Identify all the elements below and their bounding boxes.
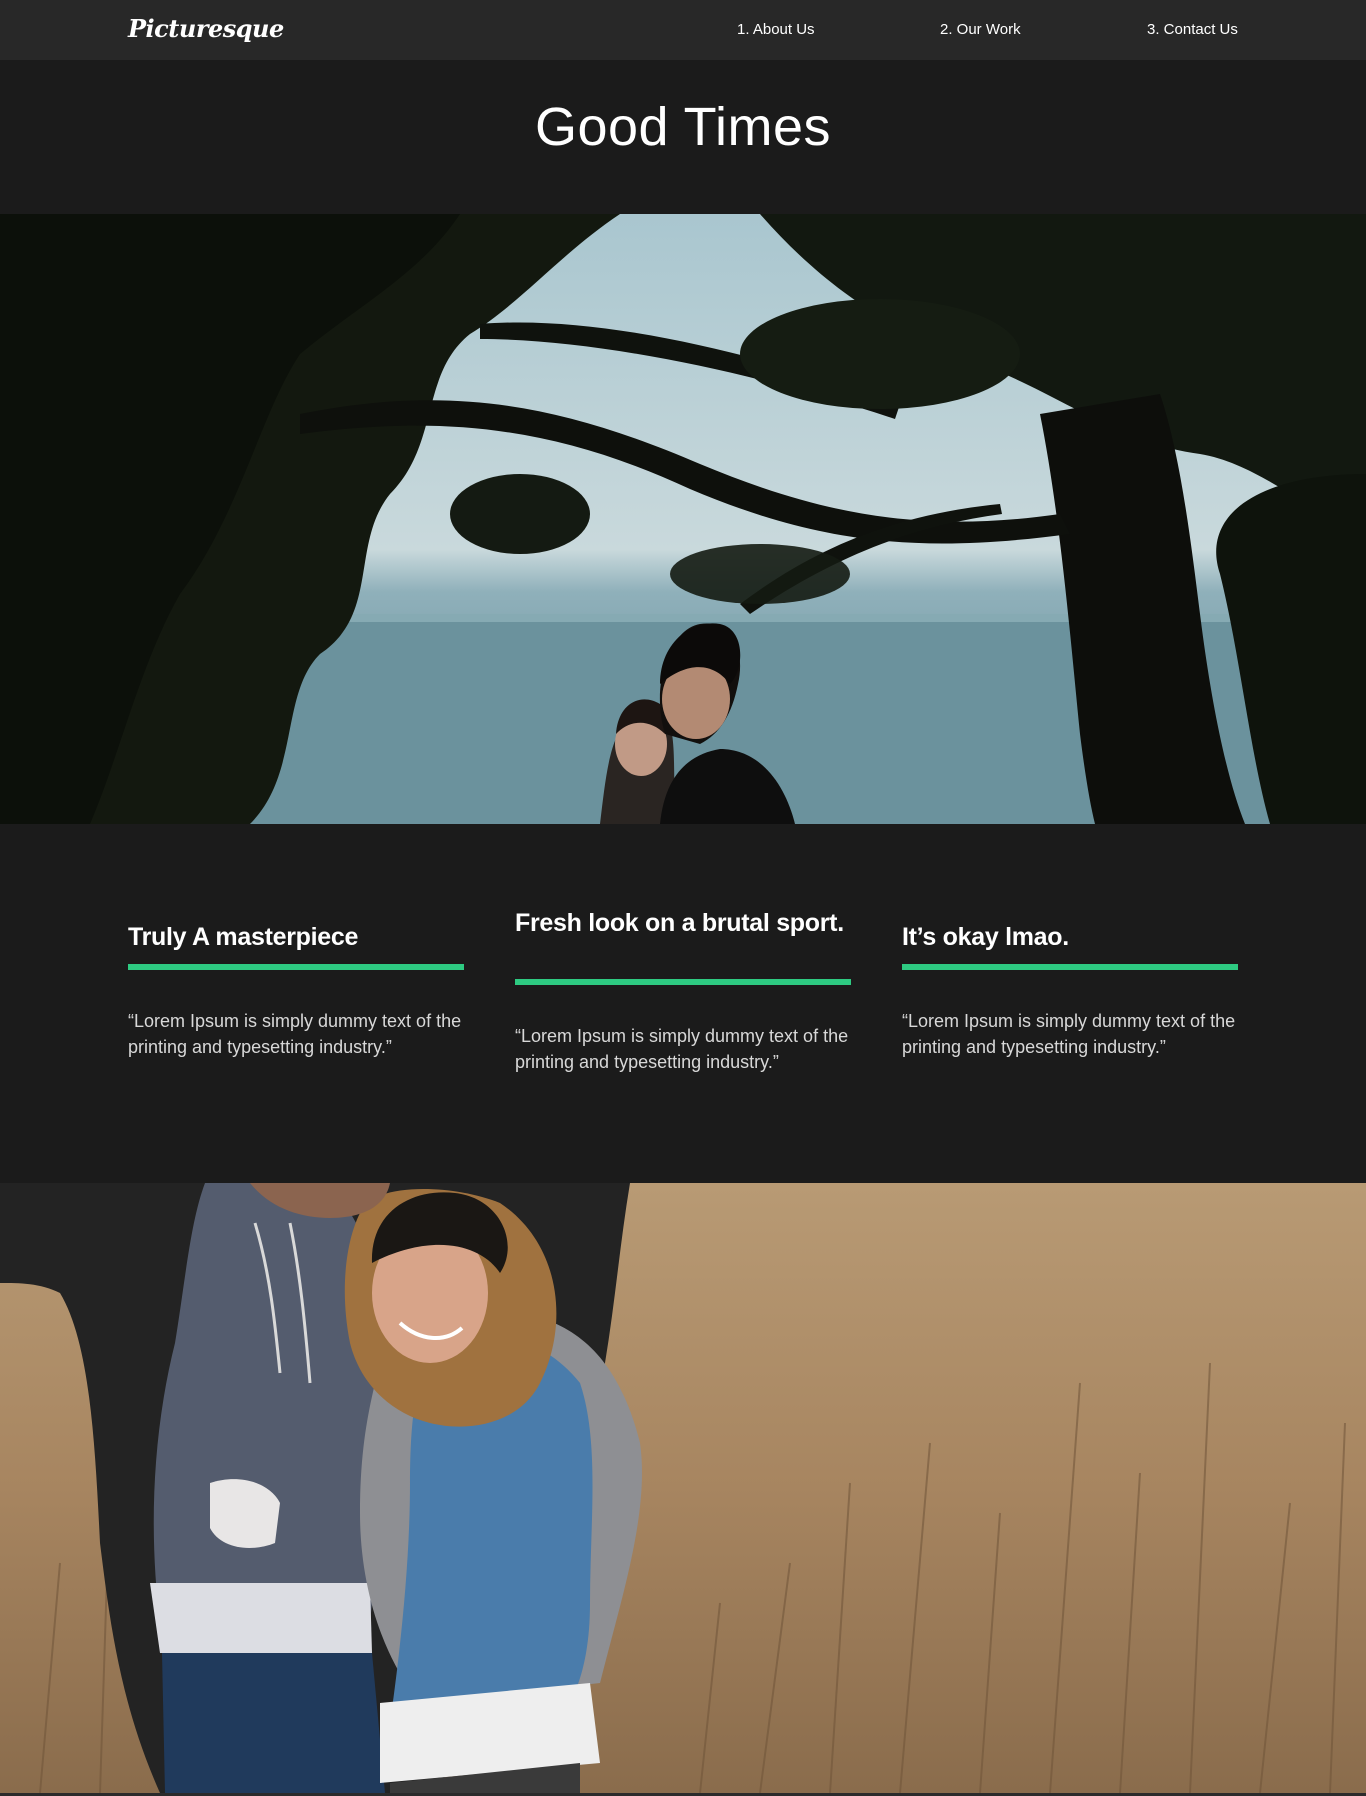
photo-couple-in-field — [0, 1183, 1366, 1793]
hero-photo-couple-under-tree — [0, 214, 1366, 824]
feature-text: “Lorem Ipsum is simply dummy text of the… — [902, 1011, 1236, 1057]
nav-link-our-work[interactable]: 2. Our Work — [940, 21, 1021, 38]
feature-heading: Truly A masterpiece — [128, 923, 359, 951]
feature-text: “Lorem Ipsum is simply dummy text of the… — [515, 1026, 849, 1072]
feature-accent-underline — [902, 964, 1238, 970]
feature-heading: Fresh look on a brutal sport. — [515, 909, 844, 937]
nav-link-about-us[interactable]: 1. About Us — [737, 21, 815, 38]
navbar: Picturesque 1. About Us 2. Our Work 3. C… — [0, 0, 1366, 60]
hero-title: Good Times — [534, 97, 832, 157]
features-section: Truly A masterpiece “Lorem Ipsum is simp… — [0, 824, 1366, 1183]
hero-section: Good Times — [0, 60, 1366, 214]
feature-accent-underline — [128, 964, 464, 970]
brand-logo[interactable]: Picturesque — [128, 14, 284, 43]
feature-accent-underline — [515, 979, 851, 985]
nav-link-contact-us[interactable]: 3. Contact Us — [1147, 21, 1238, 38]
feature-heading: It’s okay lmao. — [902, 923, 1069, 951]
feature-text: “Lorem Ipsum is simply dummy text of the… — [128, 1011, 462, 1057]
